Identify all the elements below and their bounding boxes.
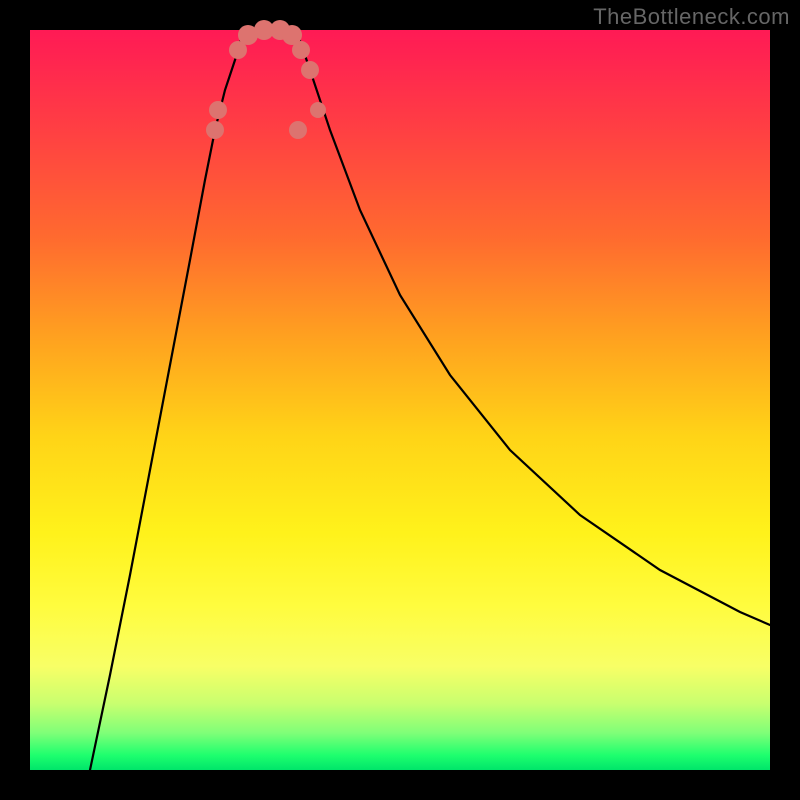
right-curve	[298, 35, 770, 625]
highlight-dots	[206, 20, 326, 139]
highlight-dot	[206, 121, 224, 139]
highlight-dot	[310, 102, 326, 118]
curve-layer	[30, 30, 770, 770]
highlight-dot	[289, 121, 307, 139]
chart-frame: TheBottleneck.com	[0, 0, 800, 800]
watermark-text: TheBottleneck.com	[593, 4, 790, 30]
plot-area	[30, 30, 770, 770]
highlight-dot	[301, 61, 319, 79]
left-curve	[90, 35, 242, 770]
highlight-dot	[292, 41, 310, 59]
highlight-dot	[209, 101, 227, 119]
